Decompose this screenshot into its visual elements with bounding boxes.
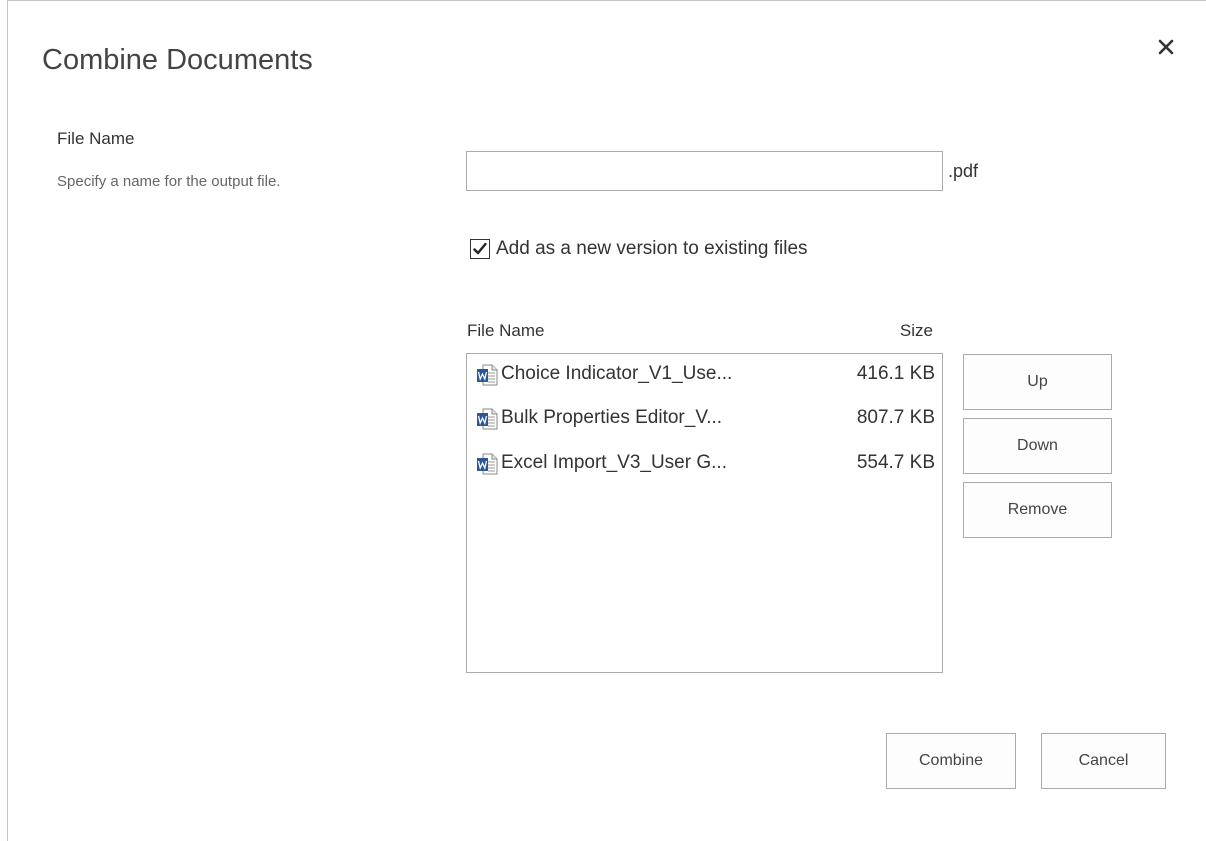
- list-item[interactable]: Choice Indicator_V1_Use... 416.1 KB: [467, 359, 942, 389]
- combine-button[interactable]: Combine: [886, 733, 1016, 789]
- close-icon: [1158, 39, 1174, 55]
- file-size: 807.7 KB: [856, 407, 935, 428]
- file-name-label: File Name: [57, 129, 135, 148]
- file-name: Choice Indicator_V1_Use...: [501, 363, 733, 384]
- column-header-file-name: File Name: [467, 321, 545, 340]
- add-as-new-version-checkbox[interactable]: [470, 239, 490, 259]
- dialog-title: Combine Documents: [42, 44, 313, 76]
- add-as-new-version-label: Add as a new version to existing files: [496, 238, 808, 259]
- file-name: Bulk Properties Editor_V...: [501, 407, 723, 428]
- cancel-button[interactable]: Cancel: [1041, 733, 1166, 789]
- close-button[interactable]: [1152, 33, 1180, 61]
- file-name-description: Specify a name for the output file.: [57, 173, 281, 190]
- combine-documents-dialog: Combine Documents File Name Specify a na…: [7, 0, 1206, 841]
- word-document-icon: [477, 364, 498, 386]
- file-size: 416.1 KB: [856, 363, 935, 384]
- move-down-button[interactable]: Down: [963, 418, 1112, 474]
- file-name: Excel Import_V3_User G...: [501, 452, 727, 473]
- list-item[interactable]: Excel Import_V3_User G... 554.7 KB: [467, 448, 942, 478]
- file-size: 554.7 KB: [856, 452, 935, 473]
- file-extension-label: .pdf: [948, 161, 979, 181]
- remove-button[interactable]: Remove: [963, 482, 1112, 538]
- file-name-input[interactable]: [466, 151, 943, 191]
- add-as-new-version-option[interactable]: Add as a new version to existing files: [470, 237, 808, 261]
- checkmark-icon: [473, 242, 487, 255]
- word-document-icon: [477, 408, 498, 430]
- list-item[interactable]: Bulk Properties Editor_V... 807.7 KB: [467, 403, 942, 433]
- word-document-icon: [477, 453, 498, 475]
- column-header-size: Size: [899, 321, 933, 340]
- move-up-button[interactable]: Up: [963, 354, 1112, 410]
- file-list[interactable]: Choice Indicator_V1_Use... 416.1 KB Bulk…: [466, 353, 943, 673]
